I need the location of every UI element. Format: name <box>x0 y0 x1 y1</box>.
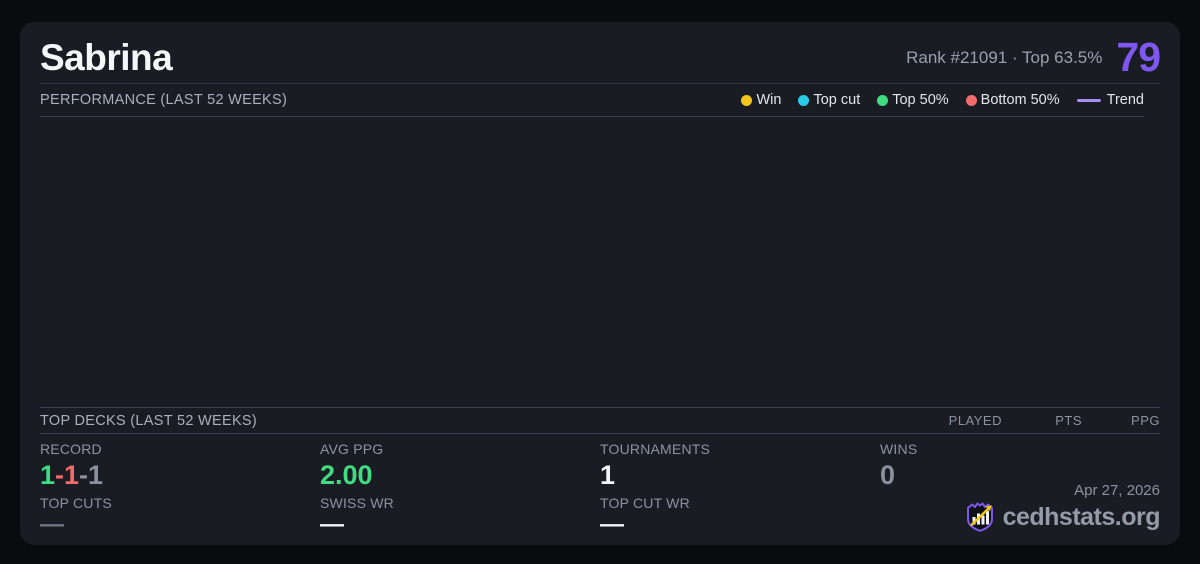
legend-item-trend: Trend <box>1076 92 1144 108</box>
bottom50-dot-icon <box>965 94 977 106</box>
stat-avg-ppg-column: AVG PPG 2.00 SWISS WR — <box>320 441 600 538</box>
performance-heading: PERFORMANCE (LAST 52 WEEKS) <box>40 92 288 108</box>
top-cut-wr-value: — <box>600 511 624 538</box>
brand-link[interactable]: cedhstats.org <box>964 501 1161 533</box>
legend-item-top50: Top 50% <box>877 92 949 108</box>
topcut-dot-icon <box>798 94 810 106</box>
top-cuts-value: — <box>40 511 64 538</box>
score-value: 79 <box>1116 34 1161 80</box>
player-stats-card: Sabrina Rank #21091 · Top 63.5% 79 PERFO… <box>20 22 1180 545</box>
card-footer: Apr 27, 2026 cedhstats.org <box>964 482 1161 533</box>
legend-item-win: Win <box>741 92 781 108</box>
top50-dot-icon <box>877 94 889 106</box>
tournaments-value: 1 <box>600 460 616 490</box>
column-header-pts: PTS <box>1055 413 1082 428</box>
cedhstats-logo-icon <box>964 501 996 533</box>
swiss-wr-label: SWISS WR <box>320 495 394 511</box>
record-label: RECORD <box>40 441 102 457</box>
top-decks-columns: PLAYED PTS PPG <box>922 413 1160 428</box>
column-header-ppg: PPG <box>1131 413 1160 428</box>
performance-chart-area <box>20 117 1180 407</box>
top-decks-heading: TOP DECKS (LAST 52 WEEKS) <box>40 412 258 429</box>
stat-record-column: RECORD 1-1-1 TOP CUTS — <box>40 441 320 538</box>
rank-group: Rank #21091 · Top 63.5% 79 <box>906 34 1161 81</box>
performance-header: PERFORMANCE (LAST 52 WEEKS) Win Top cut … <box>40 84 1144 117</box>
rank-text: Rank #21091 · Top 63.5% <box>906 47 1103 67</box>
date-text: Apr 27, 2026 <box>1074 482 1160 499</box>
swiss-wr-value: — <box>320 511 344 538</box>
column-header-played: PLAYED <box>948 413 1002 428</box>
win-dot-icon <box>741 94 753 106</box>
record-value: 1-1-1 <box>40 460 104 490</box>
chart-legend: Win Top cut Top 50% Bottom 50% Trend <box>741 92 1144 108</box>
top-decks-header: TOP DECKS (LAST 52 WEEKS) PLAYED PTS PPG <box>40 407 1160 434</box>
legend-item-bottom50: Bottom 50% <box>965 92 1060 108</box>
top-cuts-label: TOP CUTS <box>40 495 112 511</box>
brand-text: cedhstats.org <box>1002 502 1161 531</box>
trend-line-icon <box>1076 98 1101 102</box>
legend-item-topcut: Top cut <box>798 92 860 108</box>
wins-label: WINS <box>880 441 918 457</box>
stat-tournaments-column: TOURNAMENTS 1 TOP CUT WR — <box>600 441 880 538</box>
top-cut-wr-label: TOP CUT WR <box>600 495 690 511</box>
card-header: Sabrina Rank #21091 · Top 63.5% 79 <box>40 22 1161 84</box>
page-title: Sabrina <box>40 36 173 78</box>
tournaments-label: TOURNAMENTS <box>600 441 711 457</box>
avg-ppg-label: AVG PPG <box>320 441 384 457</box>
avg-ppg-value: 2.00 <box>320 460 373 490</box>
